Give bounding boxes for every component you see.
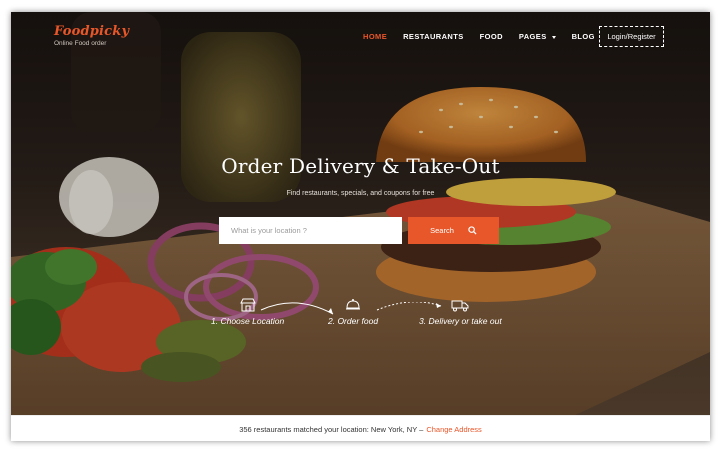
step-choose-location-label: 1. Choose Location xyxy=(211,316,285,326)
delivery-van-icon xyxy=(451,300,469,312)
browser-frame: Foodpicky Online Food order HOME RESTAUR… xyxy=(11,12,710,441)
hero-dim-overlay xyxy=(11,12,710,415)
step-choose-location: 1. Choose Location xyxy=(211,298,284,326)
step-order-food-label: 2. Order food xyxy=(328,316,379,326)
step-delivery: 3. Delivery or take out xyxy=(419,298,502,326)
logo-tagline: Online Food order xyxy=(54,40,107,47)
hero-subtitle: Find restaurants, specials, and coupons … xyxy=(286,190,435,197)
nav-item-home[interactable]: HOME xyxy=(363,32,387,41)
results-count-text: 356 restaurants matched your location: N… xyxy=(239,424,424,434)
logo-text: Foodpicky xyxy=(54,24,130,39)
location-results-bar: 356 restaurants matched your location: N… xyxy=(11,415,710,441)
search-button-label: Search xyxy=(430,226,454,235)
nav-item-pages[interactable]: PAGES xyxy=(519,32,556,41)
how-it-works-steps: 1. Choose Location 2. Order food 3. Deli… xyxy=(11,298,710,342)
nav-item-food[interactable]: FOOD xyxy=(480,32,503,41)
main-nav: HOME RESTAURANTS FOOD PAGES BLOG xyxy=(363,32,611,41)
nav-item-restaurants[interactable]: RESTAURANTS xyxy=(403,32,464,41)
step-delivery-label: 3. Delivery or take out xyxy=(419,316,502,326)
nav-item-pages-label: PAGES xyxy=(518,32,547,41)
login-register-button[interactable]: Login/Register xyxy=(599,26,664,47)
hero-title: Order Delivery & Take-Out xyxy=(221,154,500,178)
store-icon xyxy=(239,298,256,312)
cloche-icon xyxy=(346,299,361,310)
chevron-down-icon xyxy=(551,35,556,39)
search-button[interactable]: Search xyxy=(408,217,499,244)
location-search-input[interactable]: What is your location ? xyxy=(219,217,402,244)
site-logo[interactable]: Foodpicky Online Food order xyxy=(54,24,129,47)
nav-item-blog[interactable]: BLOG xyxy=(572,32,595,41)
step-order-food: 2. Order food xyxy=(328,298,378,326)
search-icon xyxy=(468,226,477,235)
change-address-link[interactable]: Change Address xyxy=(426,425,481,434)
hero-section: Foodpicky Online Food order HOME RESTAUR… xyxy=(11,12,710,415)
